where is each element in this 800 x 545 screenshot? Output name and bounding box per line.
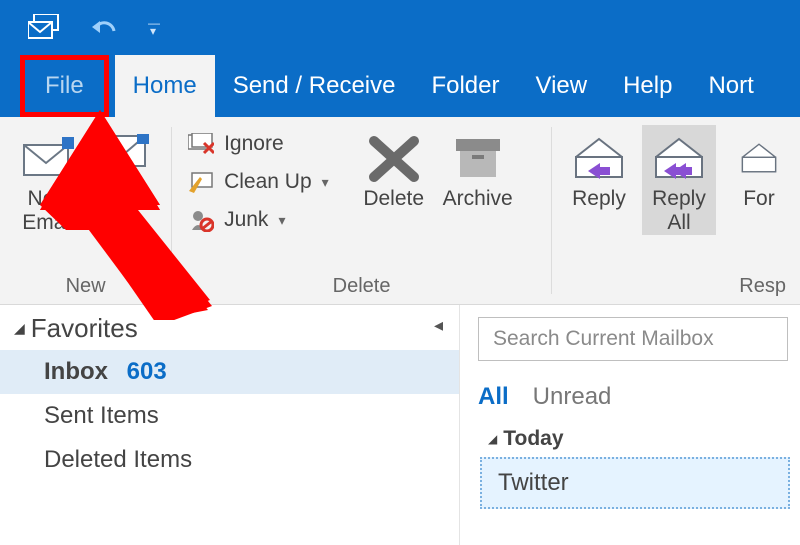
expand-triangle-icon: ◢ (14, 320, 25, 337)
group-delete: Ignore Clean Up▾ (172, 117, 551, 304)
new-items-button[interactable] (86, 125, 160, 187)
tab-folder[interactable]: Folder (413, 55, 517, 117)
collapse-caret-icon[interactable]: ◂ (434, 315, 443, 336)
cleanup-button[interactable]: Clean Up▾ (182, 167, 333, 197)
reply-icon (568, 129, 630, 187)
ribbon: New Email New (0, 117, 800, 305)
junk-button[interactable]: Junk▾ (182, 205, 333, 235)
group-delete-label: Delete (182, 273, 541, 302)
group-respond-label: Resp (562, 273, 790, 302)
nav-sent-items[interactable]: Sent Items (0, 394, 459, 438)
ribbon-tabstrip: File Home Send / Receive Folder View Hel… (0, 55, 800, 117)
qat-customize-icon[interactable]: — ▾ (148, 20, 158, 34)
new-email-icon (18, 129, 80, 187)
archive-icon (447, 129, 509, 187)
reply-all-button[interactable]: Reply All (642, 125, 716, 235)
mail-icon[interactable] (28, 14, 62, 42)
junk-icon (186, 207, 216, 233)
nav-deleted-items[interactable]: Deleted Items (0, 438, 459, 482)
group-header-today[interactable]: ◢ Today (478, 427, 800, 451)
forward-button[interactable]: For (722, 125, 790, 211)
message-item[interactable]: Twitter (480, 457, 790, 509)
tab-send-receive[interactable]: Send / Receive (215, 55, 414, 117)
ignore-icon (186, 131, 216, 157)
message-list-pane: Search Current Mailbox All Unread ◢ Toda… (460, 305, 800, 545)
navigation-pane: ◂ ◢ Favorites Inbox 603 Sent Items Delet… (0, 305, 460, 545)
tab-home[interactable]: Home (115, 55, 215, 117)
chevron-down-icon: ▾ (278, 212, 285, 229)
lower-panes: ◂ ◢ Favorites Inbox 603 Sent Items Delet… (0, 305, 800, 545)
undo-icon[interactable] (90, 17, 120, 39)
inbox-unread-count: 603 (127, 358, 167, 385)
new-email-label-2: Email (22, 211, 75, 235)
tab-view[interactable]: View (518, 55, 606, 117)
cleanup-icon (186, 169, 216, 195)
new-email-label-1: New (28, 187, 70, 211)
favorites-header[interactable]: ◢ Favorites (0, 305, 459, 350)
archive-button[interactable]: Archive (437, 125, 519, 211)
reply-all-icon (648, 129, 710, 187)
filter-bar: All Unread (478, 383, 800, 411)
delete-icon (363, 129, 425, 187)
nav-inbox[interactable]: Inbox 603 (0, 350, 459, 394)
tab-norton[interactable]: Nort (690, 55, 771, 117)
tab-help[interactable]: Help (605, 55, 690, 117)
ignore-button[interactable]: Ignore (182, 129, 333, 159)
filter-unread[interactable]: Unread (533, 383, 612, 411)
quick-access-toolbar: — ▾ (0, 0, 800, 55)
group-new-label: New (10, 273, 161, 302)
expand-triangle-icon: ◢ (488, 432, 497, 446)
forward-icon (728, 129, 790, 187)
group-new: New Email New (0, 117, 171, 304)
group-respond: Reply Reply All (552, 117, 800, 304)
chevron-down-icon: ▾ (322, 174, 329, 191)
reply-button[interactable]: Reply (562, 125, 636, 211)
tab-file[interactable]: File (20, 55, 109, 117)
delete-button[interactable]: Delete (357, 125, 431, 211)
filter-all[interactable]: All (478, 383, 509, 411)
new-email-button[interactable]: New Email (12, 125, 86, 235)
new-items-icon (92, 129, 154, 187)
search-input[interactable]: Search Current Mailbox (478, 317, 788, 361)
